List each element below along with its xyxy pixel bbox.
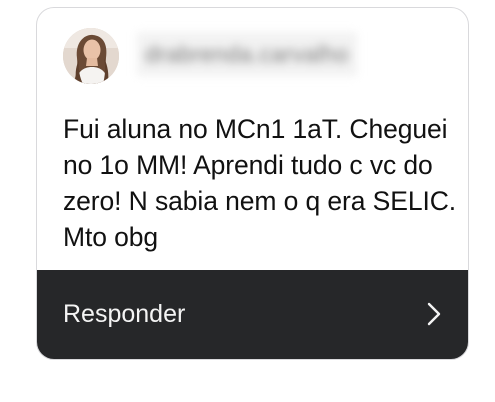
message-card: drabrenda.carvalho Fui aluna no MCn1 1aT… xyxy=(36,7,469,360)
chevron-right-icon xyxy=(427,302,441,326)
message-text: Fui aluna no MCn1 1aT. Cheguei no 1o MM!… xyxy=(63,114,457,252)
avatar[interactable] xyxy=(63,28,119,84)
reply-label: Responder xyxy=(63,300,186,328)
card-header: drabrenda.carvalho xyxy=(37,8,468,100)
profile-photo-icon xyxy=(63,28,119,84)
reply-button[interactable]: Responder xyxy=(37,270,468,359)
username[interactable]: drabrenda.carvalho xyxy=(137,32,357,76)
